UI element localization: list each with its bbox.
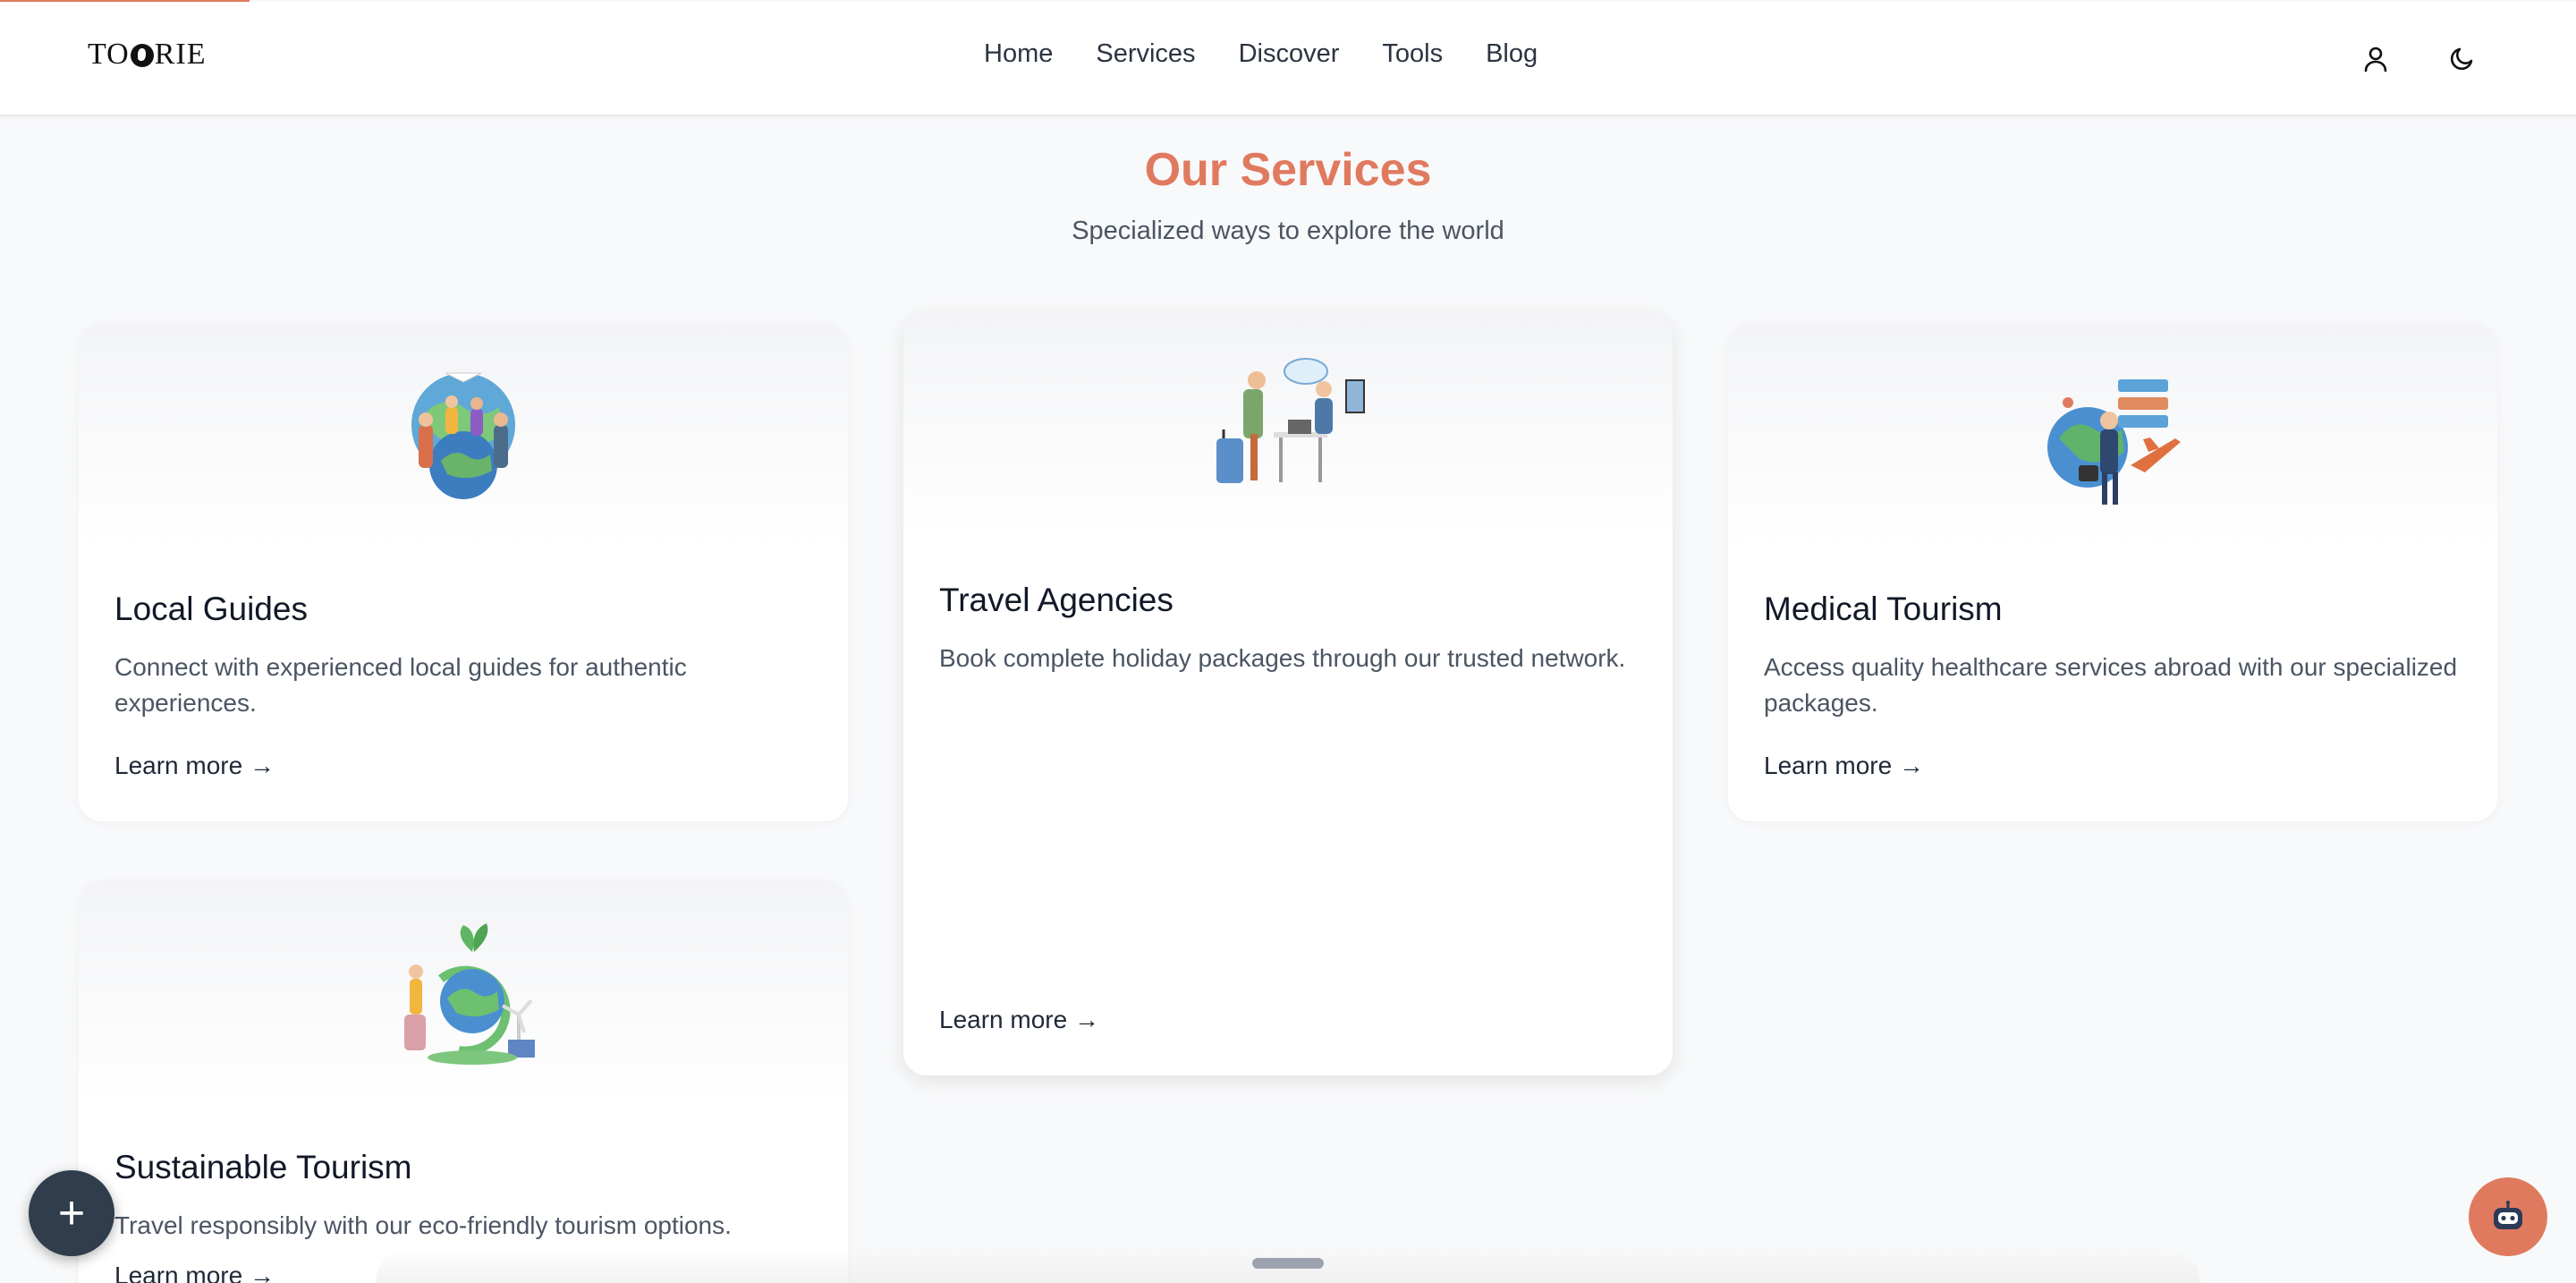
learn-more-link[interactable]: Learn more → <box>939 1006 1099 1034</box>
moon-icon[interactable] <box>2444 41 2479 77</box>
section-subtitle: Specialized ways to explore the world <box>1072 217 1504 245</box>
nav-discover[interactable]: Discover <box>1239 39 1340 69</box>
learn-more-link[interactable]: Learn more → <box>114 752 275 780</box>
globe-travelers-illustration <box>411 372 515 499</box>
nav-tools[interactable]: Tools <box>1382 39 1443 69</box>
card-description: Travel responsibly with our eco-friendly… <box>114 1211 732 1239</box>
card-title: Medical Tourism <box>1764 591 2003 627</box>
main-nav: Home Services Discover Tools Blog <box>984 39 1538 69</box>
bottom-sheet-handle[interactable] <box>1252 1258 1324 1269</box>
nav-blog[interactable]: Blog <box>1486 39 1538 69</box>
businessman-globe-plane-illustration <box>2047 379 2181 505</box>
card-media <box>1728 322 2497 546</box>
card-description: Book complete holiday packages through o… <box>939 644 1626 672</box>
section-title: Our Services <box>1144 144 1432 196</box>
user-icon[interactable] <box>2358 41 2394 77</box>
card-media <box>903 313 1673 537</box>
service-card-medical-tourism[interactable]: Medical Tourism Access quality healthcar… <box>1728 322 2497 821</box>
site-header: TO RIE Home Services Discover Tools Blog <box>0 2 2576 116</box>
logo-text-left: TO <box>88 38 130 71</box>
learn-more-link[interactable]: Learn more → <box>1764 752 1924 780</box>
logo-globe-icon <box>130 44 154 67</box>
card-description: Access quality healthcare services abroa… <box>1764 653 2458 717</box>
logo[interactable]: TO RIE <box>88 38 207 72</box>
travel-agent-desk-illustration <box>1216 358 1365 483</box>
robot-icon <box>2494 1201 2522 1229</box>
card-media <box>79 322 848 546</box>
add-button[interactable]: + <box>29 1170 114 1256</box>
plus-icon: + <box>57 1187 86 1239</box>
service-card-local-guides[interactable]: Local Guides Connect with experienced lo… <box>79 322 848 821</box>
card-description: Connect with experienced local guides fo… <box>114 653 687 717</box>
card-title: Local Guides <box>114 591 308 627</box>
eco-globe-illustration <box>404 923 535 1065</box>
service-card-travel-agencies[interactable]: Travel Agencies Book complete holiday pa… <box>903 313 1673 1075</box>
nav-services[interactable]: Services <box>1096 39 1195 69</box>
nav-home[interactable]: Home <box>984 39 1053 69</box>
card-title: Sustainable Tourism <box>114 1149 412 1185</box>
chatbot-button[interactable] <box>2469 1177 2547 1256</box>
learn-more-link[interactable]: Learn more → <box>114 1262 275 1283</box>
card-media <box>79 880 848 1104</box>
card-title: Travel Agencies <box>939 582 1174 618</box>
service-card-sustainable-tourism[interactable]: Sustainable Tourism Travel responsibly w… <box>79 880 848 1283</box>
logo-text-right: RIE <box>154 38 207 71</box>
